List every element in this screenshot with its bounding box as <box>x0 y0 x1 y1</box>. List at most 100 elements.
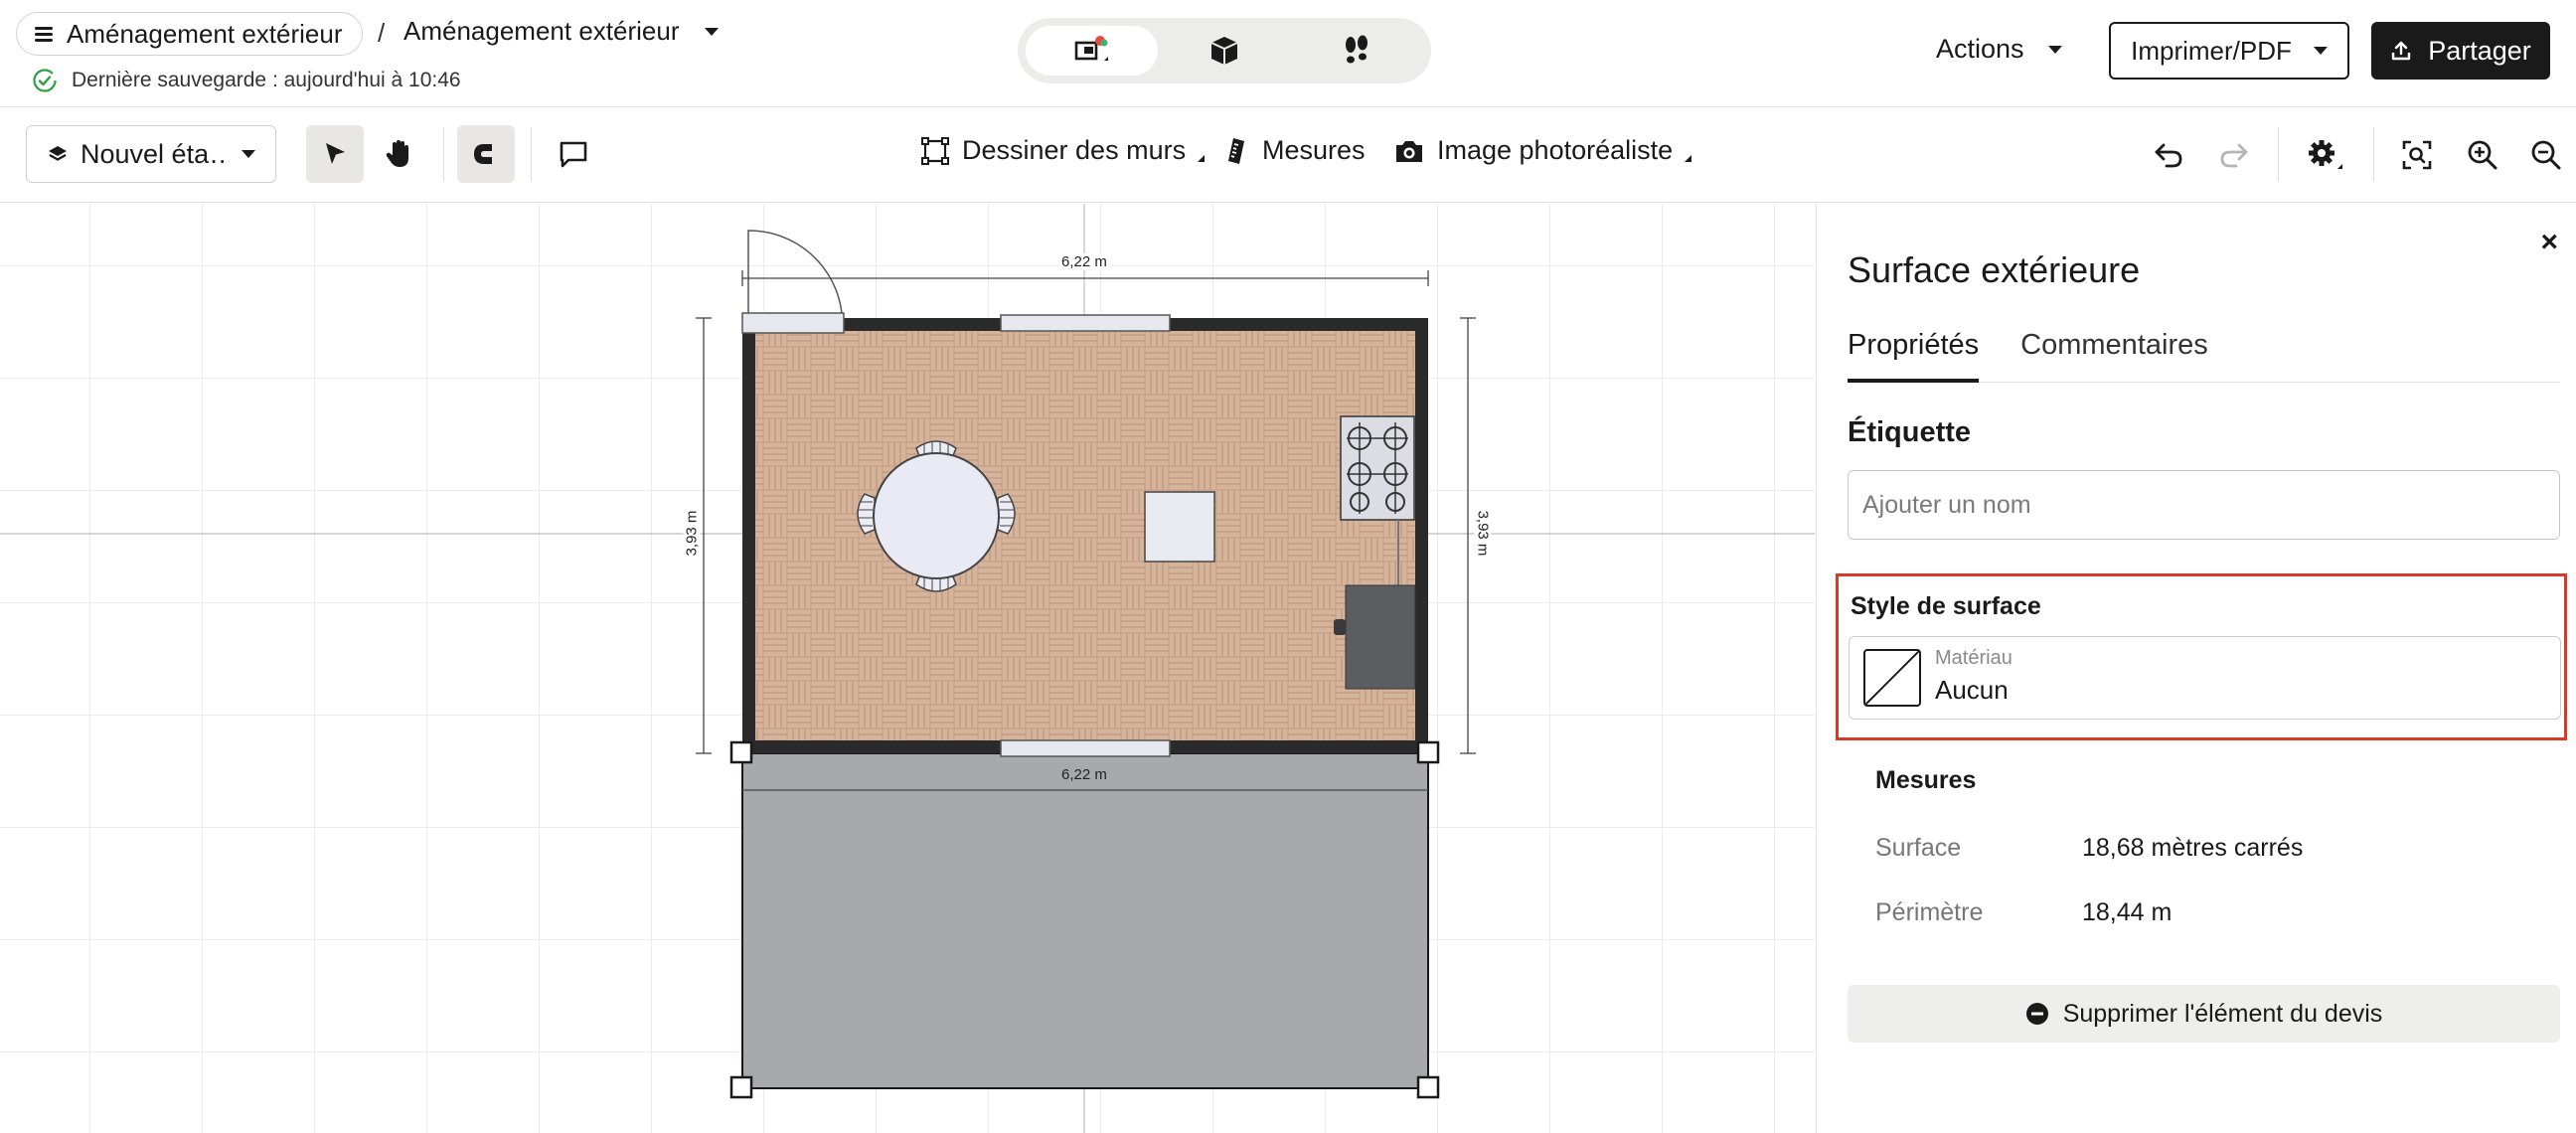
3d-box-icon <box>1210 37 1237 65</box>
chevron-down-icon <box>705 27 720 36</box>
submenu-corner-icon <box>1198 155 1206 162</box>
close-icon[interactable]: × <box>2540 228 2558 257</box>
panel-title: Surface extérieure <box>1848 249 2141 290</box>
draw-walls-label: Dessiner des murs <box>962 135 1187 165</box>
window-top[interactable] <box>1000 314 1171 332</box>
view-2d-button[interactable] <box>1026 26 1158 76</box>
cursor-arrow-icon <box>326 143 345 164</box>
walkthrough-footsteps-icon <box>1345 35 1368 64</box>
undo-button[interactable] <box>2147 133 2190 177</box>
toolbar-divider <box>443 127 444 181</box>
zoom-out-icon <box>2531 140 2561 170</box>
material-selector[interactable]: Matériau Aucun <box>1849 636 2561 720</box>
project-label: Aménagement extérieur <box>67 18 343 49</box>
tab-comments[interactable]: Commentaires <box>2020 323 2208 383</box>
save-status-text: Dernière sauvegarde : aujourd'hui à 10:4… <box>72 69 461 91</box>
toolbar: Nouvel éta… Dessiner des murs Mesures Im… <box>0 107 2576 203</box>
outdoor-surface[interactable] <box>741 752 1429 1089</box>
dimension-right-label: 3,93 m <box>1474 507 1492 560</box>
dimension-left-label: 3,93 m <box>683 507 701 560</box>
measure-key: Surface <box>1875 834 1962 862</box>
chevron-down-icon <box>2047 45 2062 54</box>
minus-circle-icon <box>2025 1003 2048 1025</box>
measures-heading: Mesures <box>1875 766 1977 794</box>
draw-walls-button[interactable]: Dessiner des murs <box>920 135 1206 166</box>
view-walkthrough-button[interactable] <box>1290 26 1422 76</box>
photorealistic-image-button[interactable]: Image photoréaliste <box>1393 135 1692 166</box>
panel-tabs: Propriétés Commentaires <box>1848 323 2560 383</box>
refrigerator[interactable] <box>1334 584 1416 690</box>
check-circle-icon <box>33 69 57 92</box>
view-mode-switch <box>1018 18 1431 83</box>
properties-panel: × Surface extérieure Propriétés Commenta… <box>1816 204 2576 1133</box>
gear-icon <box>2309 140 2342 169</box>
redo-icon <box>2220 143 2248 168</box>
floor-label: Nouvel éta… <box>80 138 230 169</box>
measure-value: 18,44 m <box>2082 898 2173 926</box>
breadcrumb-separator: / <box>378 18 386 48</box>
camera-icon <box>1396 140 1422 162</box>
zoom-in-icon <box>2468 140 2497 170</box>
undo-icon <box>2155 143 2182 168</box>
zoom-in-button[interactable] <box>2461 133 2504 177</box>
comment-tool-button[interactable] <box>545 125 602 183</box>
submenu-corner-icon <box>1685 155 1692 162</box>
chevron-down-icon <box>2313 47 2328 55</box>
material-value: Aucun <box>1935 675 2009 705</box>
zoom-fit-icon <box>2402 140 2432 170</box>
ruler-icon <box>1228 137 1244 164</box>
toolbar-divider <box>2373 127 2374 181</box>
floor-plan-drawing <box>0 204 1815 1133</box>
actions-label: Actions <box>1936 34 2024 64</box>
door-swing <box>747 230 843 314</box>
tab-properties[interactable]: Propriétés <box>1848 323 1980 383</box>
measure-key: Périmètre <box>1875 898 1984 926</box>
measure-value: 18,68 mètres carrés <box>2082 834 2304 862</box>
label-heading: Étiquette <box>1848 416 1972 448</box>
toolbar-divider <box>531 127 532 181</box>
door[interactable] <box>741 312 845 334</box>
share-label: Partager <box>2428 35 2531 66</box>
save-status: Dernière sauvegarde : aujourd'hui à 10:4… <box>32 68 461 93</box>
comment-icon <box>560 141 587 168</box>
hand-icon <box>386 140 408 167</box>
actions-menu-button[interactable]: Actions <box>1936 34 2062 65</box>
material-label: Matériau <box>1935 647 2012 669</box>
settings-button[interactable] <box>2304 133 2347 177</box>
photorealistic-label: Image photoréaliste <box>1437 135 1674 165</box>
layers-icon <box>49 146 67 161</box>
snap-magnet-button[interactable] <box>457 125 515 183</box>
measures-label: Mesures <box>1262 135 1366 165</box>
design-label: Aménagement extérieur <box>403 16 680 46</box>
name-input[interactable] <box>1848 470 2560 540</box>
redo-button[interactable] <box>2212 133 2256 177</box>
floor-selector[interactable]: Nouvel éta… <box>26 125 276 183</box>
floor-plan-canvas[interactable]: 6,22 m 3,93 m 3,93 m 6,22 m <box>0 204 1815 1133</box>
view-3d-button[interactable] <box>1158 26 1290 76</box>
surface-style-heading: Style de surface <box>1851 592 2041 620</box>
chevron-down-icon <box>242 150 255 158</box>
project-menu-button[interactable]: Aménagement extérieur <box>16 12 364 56</box>
print-pdf-button[interactable]: Imprimer/PDF <box>2109 22 2349 80</box>
dimension-top-label: 6,22 m <box>1058 253 1110 270</box>
no-material-swatch-icon <box>1863 649 1921 707</box>
zoom-out-button[interactable] <box>2524 133 2568 177</box>
pan-tool-button[interactable] <box>370 125 427 183</box>
print-pdf-label: Imprimer/PDF <box>2131 35 2292 66</box>
design-dropdown[interactable]: Aménagement extérieur <box>403 16 720 47</box>
magnet-icon <box>474 144 498 164</box>
select-tool-button[interactable] <box>306 125 364 183</box>
dimension-bottom-label: 6,22 m <box>1058 766 1110 783</box>
hamburger-icon <box>35 27 53 42</box>
toolbar-divider <box>2278 127 2279 181</box>
remove-from-quote-button[interactable]: Supprimer l'élément du devis <box>1848 985 2560 1043</box>
share-button[interactable]: Partager <box>2371 22 2550 80</box>
side-table[interactable] <box>1144 491 1215 563</box>
fit-to-screen-button[interactable] <box>2395 133 2439 177</box>
top-header: Aménagement extérieur / Aménagement exté… <box>0 0 2576 107</box>
measures-button[interactable]: Mesures <box>1224 135 1366 166</box>
room-floor <box>755 331 1415 740</box>
remove-label: Supprimer l'élément du devis <box>2062 999 2383 1028</box>
upload-share-icon <box>2392 41 2411 61</box>
window-bottom[interactable] <box>1000 739 1171 757</box>
